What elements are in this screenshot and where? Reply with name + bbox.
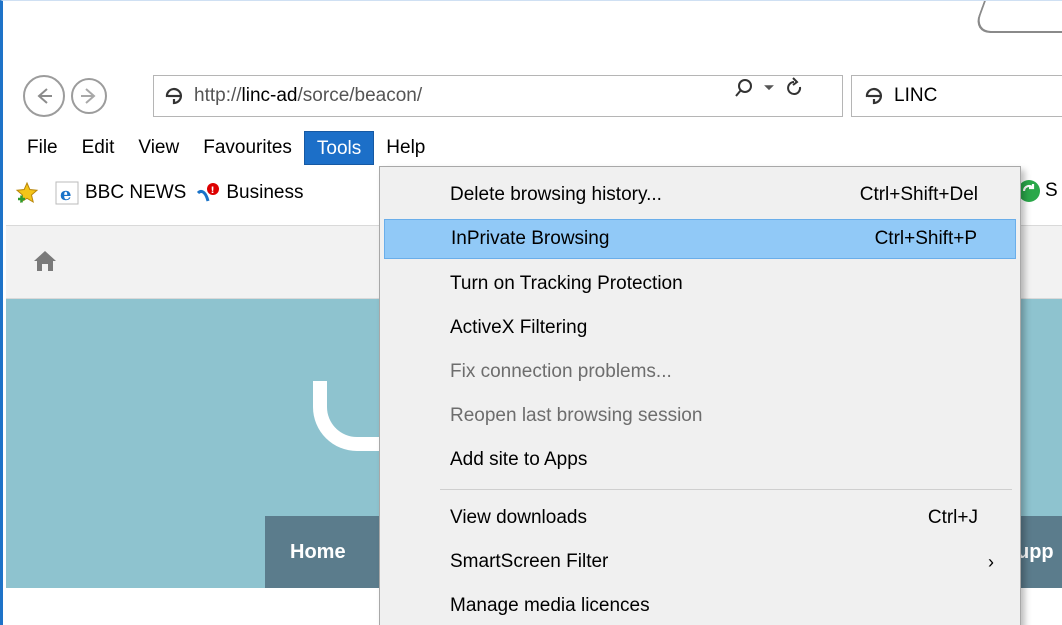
site-nav-home[interactable]: Home (290, 541, 346, 564)
menu-file[interactable]: File (17, 131, 70, 165)
menu-item-label: Delete browsing history... (450, 184, 662, 205)
forward-button[interactable] (71, 78, 107, 114)
tab-title: LINC (894, 85, 938, 106)
favourite-partial[interactable]: S (1017, 179, 1058, 203)
ie-page-icon (165, 87, 183, 105)
favourite-label: S (1045, 180, 1058, 201)
menu-view[interactable]: View (126, 131, 191, 165)
menu-inprivate-browsing[interactable]: InPrivate Browsing Ctrl+Shift+P (384, 219, 1016, 259)
menu-edit[interactable]: Edit (70, 131, 127, 165)
url-host: linc-ad (241, 85, 298, 106)
menu-item-label: Turn on Tracking Protection (450, 273, 683, 294)
favourite-bbc-news[interactable]: e BBC NEWS (55, 181, 186, 205)
tab-linc[interactable]: LINC (851, 75, 1062, 117)
url-scheme: http:// (194, 85, 242, 106)
menu-item-label: SmartScreen Filter (450, 551, 609, 572)
star-add-icon (15, 181, 39, 204)
menu-item-shortcut: Ctrl+Shift+Del (859, 184, 978, 205)
address-url: http://linc-ad/sorce/beacon/ (194, 85, 422, 107)
menu-separator (440, 489, 1012, 490)
menu-item-label: Add site to Apps (450, 449, 588, 470)
back-button[interactable] (23, 75, 65, 117)
menu-help[interactable]: Help (374, 131, 437, 165)
ie-page-icon (865, 87, 883, 105)
arrow-right-icon (81, 88, 96, 104)
menu-manage-media-licences[interactable]: Manage media licences (384, 586, 1016, 625)
search-icon[interactable] (733, 77, 755, 99)
home-icon[interactable] (32, 248, 58, 274)
menu-item-shortcut: Ctrl+J (927, 507, 978, 528)
menu-activex-filtering[interactable]: ActiveX Filtering (384, 308, 1016, 348)
menu-item-label: View downloads (450, 507, 587, 528)
menu-item-label: ActiveX Filtering (450, 317, 588, 338)
news-badge-icon: ! (197, 183, 220, 202)
svg-text:e: e (60, 184, 71, 205)
svg-text:!: ! (211, 186, 215, 196)
browser-window: http://linc-ad/sorce/beacon/ LINC File E… (0, 0, 1062, 625)
menu-item-label: Manage media licences (450, 595, 650, 616)
menu-favourites[interactable]: Favourites (191, 131, 304, 165)
site-nav-support[interactable]: upp (1017, 541, 1054, 564)
add-favourite-button[interactable] (15, 181, 45, 205)
menu-item-label: Fix connection problems... (450, 361, 672, 382)
menu-tracking-protection[interactable]: Turn on Tracking Protection (384, 264, 1016, 304)
menu-item-shortcut: Ctrl+Shift+P (874, 228, 977, 249)
submenu-arrow-icon: › (988, 551, 994, 572)
menu-add-site-to-apps[interactable]: Add site to Apps (384, 440, 1016, 480)
arrow-left-icon (37, 88, 52, 104)
favourite-label: Business (226, 182, 304, 203)
menu-view-downloads[interactable]: View downloads Ctrl+J (384, 498, 1016, 538)
menu-reopen-session: Reopen last browsing session (384, 396, 1016, 436)
menu-delete-browsing-history[interactable]: Delete browsing history... Ctrl+Shift+De… (384, 175, 1016, 215)
tab-strip-edge (972, 1, 1062, 33)
tools-menu: Delete browsing history... Ctrl+Shift+De… (379, 166, 1021, 625)
favourite-business[interactable]: ! Business (196, 181, 303, 205)
ie-logo-icon: e (55, 181, 79, 205)
menu-smartscreen-filter[interactable]: SmartScreen Filter › (384, 542, 1016, 582)
favourite-label: BBC NEWS (85, 182, 187, 203)
menu-bar: File Edit View Favourites Tools Help (17, 128, 437, 168)
url-path: /sorce/beacon/ (297, 85, 423, 106)
menu-item-label: Reopen last browsing session (450, 405, 703, 426)
menu-item-label: InPrivate Browsing (451, 228, 610, 249)
menu-tools[interactable]: Tools (303, 131, 375, 165)
dropdown-arrow-icon[interactable] (763, 82, 775, 94)
menu-fix-connection: Fix connection problems... (384, 352, 1016, 392)
address-tools (733, 77, 805, 99)
refresh-icon[interactable] (783, 77, 805, 99)
address-row: http://linc-ad/sorce/beacon/ LINC (13, 69, 1062, 125)
